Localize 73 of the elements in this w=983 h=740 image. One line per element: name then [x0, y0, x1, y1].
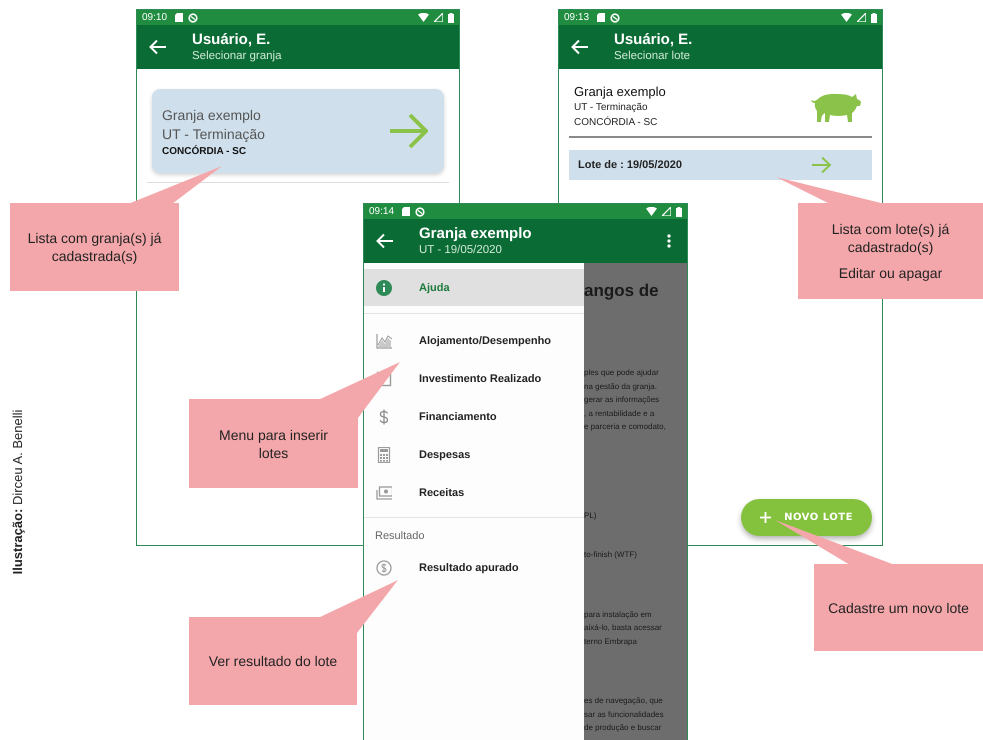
page-heading: angos de: [584, 280, 660, 302]
more-menu-icon[interactable]: [667, 234, 671, 248]
circle-slash-icon: [415, 206, 426, 216]
callout-text: Menu para inserir lotes: [218, 426, 329, 462]
app-subtitle: Selecionar lote: [614, 49, 690, 64]
illustration-credit: Ilustração: Dirceu A. Benelli: [10, 408, 26, 576]
page-text-line: terno Embrapa: [584, 636, 638, 648]
menu-item[interactable]: Ajuda: [364, 269, 584, 306]
page-text-line: e parceria e comodato,: [584, 421, 667, 433]
sim-card-icon: [175, 13, 184, 22]
arrow-right-icon: [812, 156, 832, 174]
circle-slash-icon: [610, 12, 620, 22]
callout-text: Ver resultado do lote: [208, 652, 338, 670]
battery-icon: [448, 12, 454, 22]
page-text-line: na gestão da granja.: [584, 380, 658, 393]
menu-item[interactable]: Receitas: [364, 474, 584, 512]
page-text-line: aixá-lo, basta acessar: [584, 622, 663, 634]
page-text-line: sar as funcionalidades: [584, 708, 665, 720]
page-text-line: PL): [584, 510, 598, 522]
plus-icon: [760, 512, 772, 523]
callout-text: Lista com lote(s) já cadastrado(s): [830, 220, 950, 256]
farm-city: CONCÓRDIA - SC: [162, 146, 246, 156]
cash-icon: [376, 485, 392, 501]
menu-item[interactable]: Despesas: [364, 436, 584, 474]
line-chart-icon: [376, 333, 392, 349]
status-time: 09:10: [142, 12, 168, 23]
arrow-right-icon: [390, 112, 428, 150]
farm-type: UT - Terminação: [574, 101, 648, 115]
status-time: 09:13: [564, 12, 590, 23]
back-arrow-icon[interactable]: [376, 233, 394, 249]
app-subtitle: Selecionar granja: [192, 49, 282, 64]
page-text-line: to-finish (WTF): [584, 549, 638, 561]
signal-icon: [662, 207, 671, 216]
status-time: 09:14: [369, 206, 394, 217]
page-text-line: ples que pode ajudar: [584, 367, 660, 379]
wifi-icon: [841, 13, 852, 22]
app-title: Granja exemplo: [419, 224, 532, 243]
page-text-line: gerar as informações: [584, 394, 660, 406]
menu-item[interactable]: Financiamento: [364, 398, 584, 436]
app-title: Usuário, E.: [192, 30, 270, 49]
farm-name: Granja exemplo: [162, 106, 261, 124]
page-text-line: de produção e buscar: [584, 722, 662, 734]
signal-icon: [857, 13, 866, 22]
menu-item[interactable]: Alojamento/Desempenho: [364, 322, 584, 360]
battery-icon: [871, 12, 877, 22]
page-text-line: es de navegação, que: [584, 695, 664, 707]
callout-text: Cadastre um novo lote: [828, 598, 969, 616]
farm-type: UT - Terminação: [162, 124, 265, 144]
calculator-icon: [376, 447, 392, 463]
page-text-line: , a rentabilidade e a: [584, 408, 656, 420]
callout-text: Lista com granja(s) já cadastrada(s): [26, 229, 162, 265]
farm-name: Granja exemplo: [574, 83, 666, 100]
coin-icon: [376, 560, 392, 576]
circle-slash-icon: [188, 12, 198, 22]
info-icon: [376, 280, 392, 296]
callout-text: Editar ou apagar: [838, 264, 942, 282]
battery-icon: [676, 206, 682, 216]
app-subtitle: UT - 19/05/2020: [419, 243, 502, 258]
batch-row[interactable]: Lote de : 19/05/2020: [569, 150, 872, 180]
farm-city: CONCÓRDIA - SC: [574, 115, 658, 130]
app-title: Usuário, E.: [614, 30, 692, 49]
section-header: Resultado: [374, 529, 426, 544]
page-text-line: para instalação em: [584, 608, 653, 621]
back-arrow-icon[interactable]: [571, 39, 589, 55]
sim-card-icon: [597, 13, 606, 22]
menu-item[interactable]: Resultado apurado: [364, 549, 584, 587]
signal-icon: [434, 13, 443, 22]
back-arrow-icon[interactable]: [149, 39, 167, 55]
wifi-icon: [418, 13, 429, 22]
batch-label: Lote de : 19/05/2020: [578, 159, 683, 171]
farm-card[interactable]: Granja exemplo UT - Terminação CONCÓRDIA - SC: [152, 89, 444, 173]
wifi-icon: [646, 207, 657, 216]
sim-card-icon: [402, 207, 410, 216]
